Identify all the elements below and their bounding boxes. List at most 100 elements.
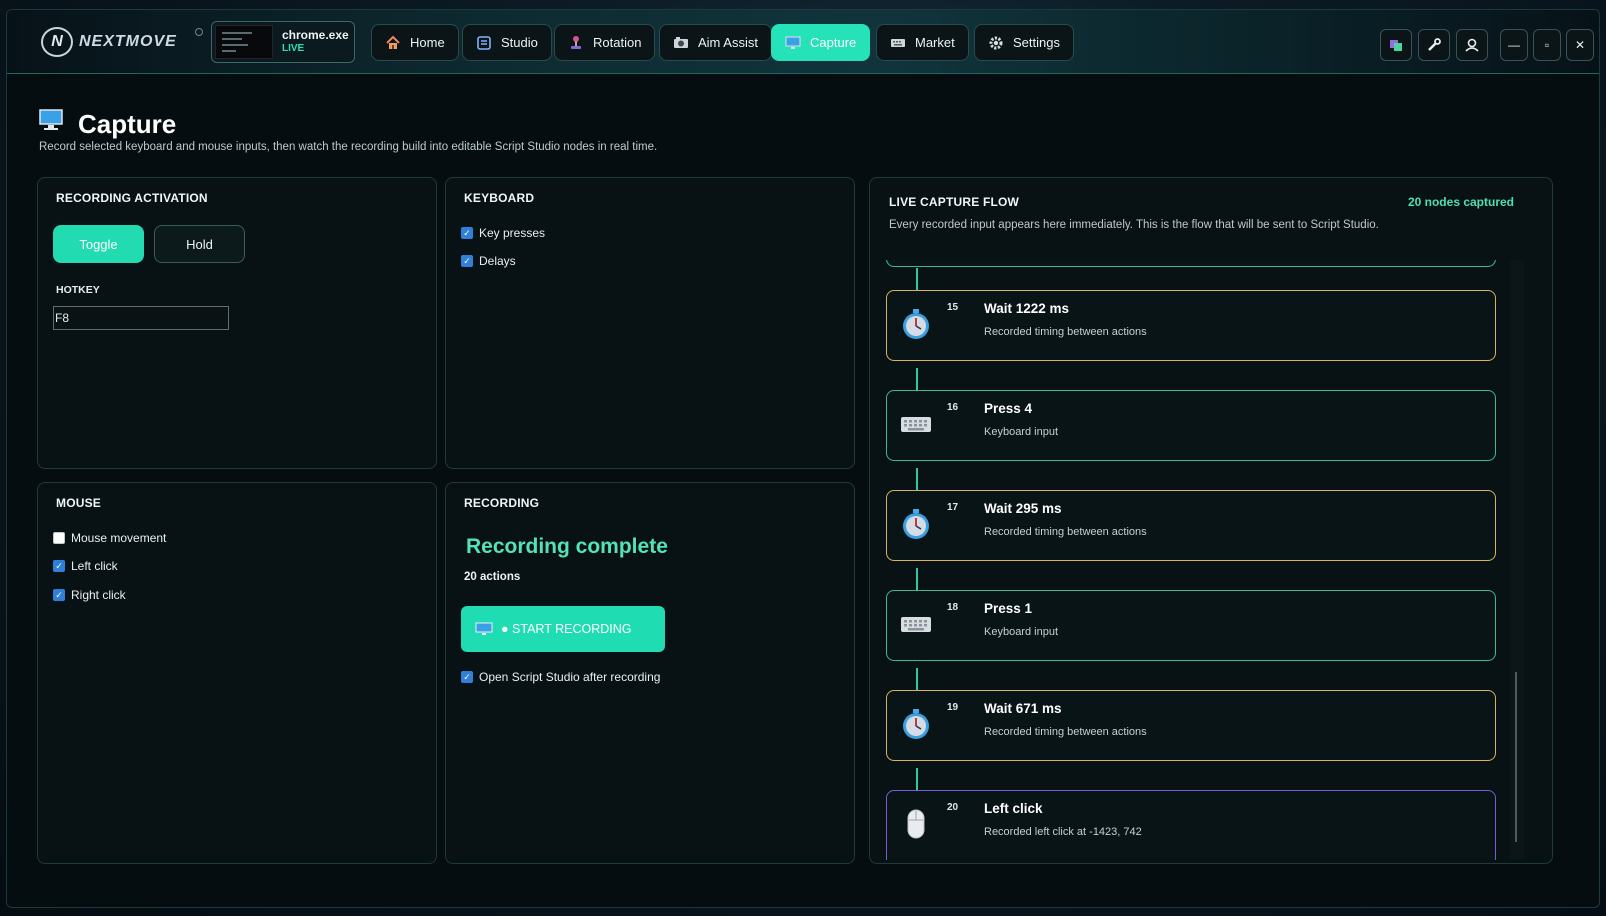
recording-activation-panel: RECORDING ACTIVATION Toggle Hold HOTKEY [37,177,437,469]
tab-label: Market [915,35,955,50]
node-number: 15 [947,302,959,313]
delays-checkbox[interactable]: ✓ Delays [461,254,516,268]
tab-market[interactable]: Market [876,24,969,61]
studio-icon [476,35,492,51]
node-number: 16 [947,402,959,413]
minimize-button[interactable]: — [1500,29,1528,61]
flow-connector [916,368,918,390]
scrollbar-thumb[interactable] [1515,672,1517,842]
node-title: Left click [984,801,1043,816]
app-window: N NEXTMOVE chrome.exe LIVE Home Studio R… [6,9,1600,908]
checkbox-label: Mouse movement [71,531,167,545]
checkbox-label: Key presses [479,226,546,240]
start-recording-label: ● START RECORDING [501,622,632,636]
flow-scrollbar[interactable] [1510,260,1524,860]
profile-button[interactable] [1456,29,1488,61]
process-name: chrome.exe [282,28,349,43]
tab-capture[interactable]: Capture [771,24,871,61]
tab-label: Settings [1013,35,1060,50]
mouse-movement-checkbox[interactable]: Mouse movement [53,531,166,545]
tools-button[interactable] [1418,29,1450,61]
panel-title: MOUSE [56,496,102,510]
tab-label: Home [410,35,445,50]
mouse-panel: MOUSE Mouse movement ✓ Left click ✓ Righ… [37,482,437,864]
stopwatch-icon [903,709,929,739]
flow-connector [916,268,918,290]
keyboard-icon [901,617,931,632]
flow-connector [916,468,918,490]
process-thumbnail [215,25,273,59]
panel-title: RECORDING ACTIVATION [56,191,208,205]
keyboard-icon [890,35,906,51]
right-click-checkbox[interactable]: ✓ Right click [53,588,126,602]
flow-node[interactable]: 20 Left click Recorded left click at -14… [886,790,1496,860]
flow-node[interactable]: 16 Press 4 Keyboard input [886,390,1496,461]
gear-icon [988,35,1004,51]
tab-rotation[interactable]: Rotation [554,24,656,61]
top-bar: N NEXTMOVE chrome.exe LIVE Home Studio R… [7,10,1599,74]
tab-home[interactable]: Home [371,24,459,61]
house-icon [385,35,401,51]
node-description: Recorded timing between actions [984,726,1147,738]
layers-button[interactable] [1380,29,1412,61]
node-description: Keyboard input [984,626,1058,638]
node-title: Wait 295 ms [984,501,1062,516]
tab-studio[interactable]: Studio [462,24,552,61]
flow-list[interactable]: 15 Wait 1222 ms Recorded timing between … [886,260,1510,860]
monitor-icon [39,109,63,131]
open-studio-checkbox[interactable]: ✓ Open Script Studio after recording [461,670,660,684]
start-recording-button[interactable]: ● START RECORDING [461,606,665,652]
flow-subtitle: Every recorded input appears here immedi… [889,219,1379,231]
checkmark-icon: ✓ [53,589,65,601]
monitor-icon [785,35,801,51]
tab-settings[interactable]: Settings [974,24,1074,61]
node-title: Press 1 [984,601,1033,616]
checkmark-icon: ✓ [461,227,473,239]
node-description: Recorded timing between actions [984,526,1147,538]
flow-node-partial[interactable] [886,260,1496,267]
panel-title: LIVE CAPTURE FLOW [889,195,1020,209]
checkmark-icon: ✓ [53,560,65,572]
flow-node[interactable]: 19 Wait 671 ms Recorded timing between a… [886,690,1496,761]
checkmark-icon: ✓ [461,671,473,683]
toggle-mode-button[interactable]: Toggle [53,225,144,263]
camera-icon [673,35,689,51]
tab-aim-assist[interactable]: Aim Assist [659,24,772,61]
recording-panel: RECORDING Recording complete 20 actions … [445,482,855,864]
maximize-button[interactable]: ▫ [1533,29,1561,61]
node-title: Press 4 [984,401,1033,416]
hold-mode-button[interactable]: Hold [154,225,245,263]
node-number: 20 [947,802,959,813]
flow-node[interactable]: 15 Wait 1222 ms Recorded timing between … [886,290,1496,361]
flow-node[interactable]: 18 Press 1 Keyboard input [886,590,1496,661]
process-status: LIVE [282,43,305,55]
user-icon [1465,38,1479,52]
mouse-icon [907,809,925,839]
key-presses-checkbox[interactable]: ✓ Key presses [461,226,545,240]
left-click-checkbox[interactable]: ✓ Left click [53,559,118,573]
checkbox-label: Right click [71,588,126,602]
node-description: Keyboard input [984,426,1058,438]
process-selector[interactable]: chrome.exe LIVE [211,21,355,63]
hotkey-input[interactable] [53,306,229,330]
status-dot-icon [195,28,203,36]
monitor-icon [475,622,493,635]
page-title: Capture [78,109,177,139]
close-button[interactable]: ✕ [1566,29,1594,61]
tab-label: Rotation [593,35,642,50]
flow-node[interactable]: 17 Wait 295 ms Recorded timing between a… [886,490,1496,561]
checkbox-label: Left click [71,559,118,573]
checkbox-empty-icon [53,532,65,544]
checkbox-label: Delays [479,254,516,268]
joystick-icon [568,35,584,51]
node-description: Recorded left click at -1423, 742 [984,826,1142,838]
panel-title: KEYBOARD [464,191,535,205]
tab-label: Capture [810,35,857,50]
recording-action-count: 20 actions [464,571,521,583]
logo-mark-icon: N [41,27,73,57]
checkmark-icon: ✓ [461,255,473,267]
app-logo[interactable]: N NEXTMOVE [41,26,177,58]
nodes-captured-count: 20 nodes captured [1407,195,1514,209]
tab-label: Studio [501,35,538,50]
stopwatch-icon [903,509,929,539]
